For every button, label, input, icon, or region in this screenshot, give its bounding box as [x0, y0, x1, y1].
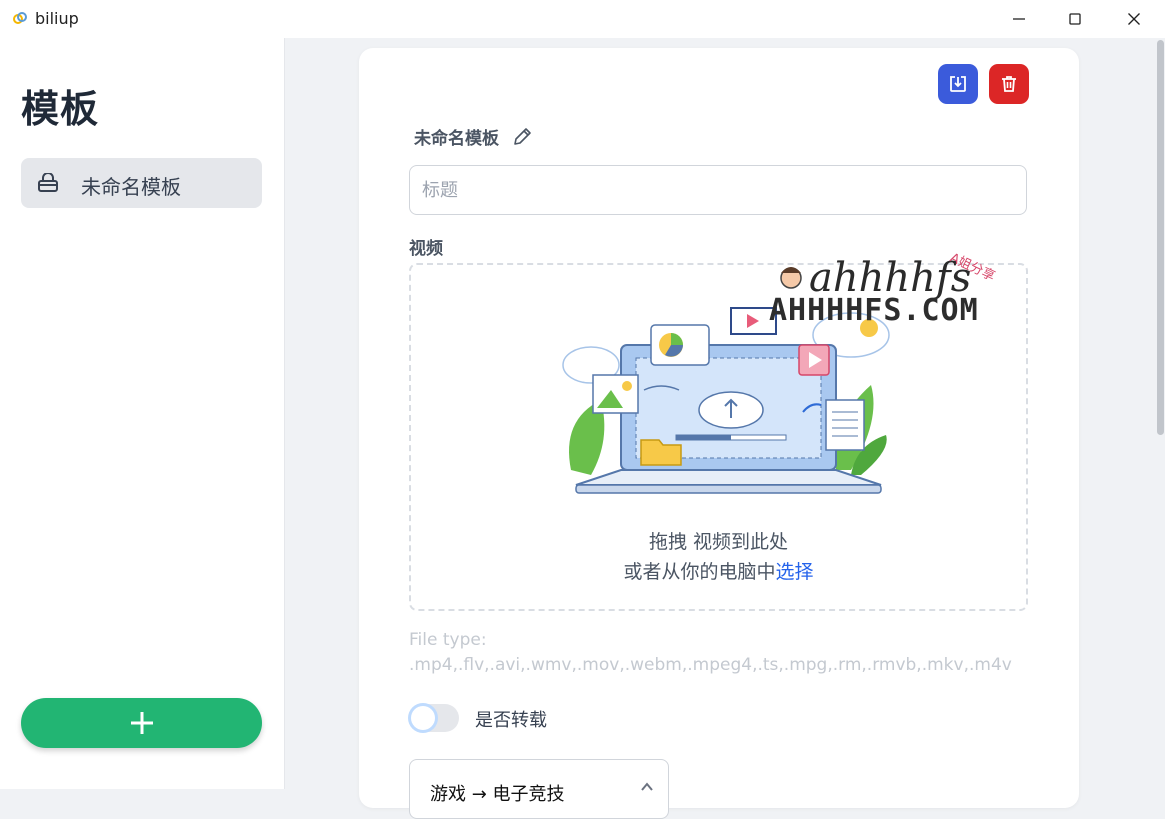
- scroll-thumb[interactable]: [1157, 40, 1164, 435]
- sidebar-item-template[interactable]: 未命名模板: [21, 158, 262, 208]
- add-template-button[interactable]: [21, 698, 262, 748]
- delete-button[interactable]: [989, 64, 1029, 104]
- template-name: 未命名模板: [414, 129, 499, 149]
- category-select[interactable]: 游戏 → 电子竞技: [409, 759, 669, 819]
- file-type-hint: File type: .mp4,.flv,.avi,.wmv,.mov,.web…: [409, 628, 1012, 678]
- close-icon: [1128, 13, 1140, 25]
- repost-toggle[interactable]: [409, 704, 459, 732]
- file-type-label: File type:: [409, 630, 487, 650]
- minimize-button[interactable]: [990, 0, 1048, 38]
- chevron-up-icon: [641, 782, 653, 791]
- maximize-button[interactable]: [1046, 0, 1104, 38]
- file-type-list: .mp4,.flv,.avi,.wmv,.mov,.webm,.mpeg4,.t…: [409, 655, 1012, 675]
- close-button[interactable]: [1105, 0, 1163, 38]
- template-icon: [38, 173, 58, 192]
- vertical-scrollbar[interactable]: [1156, 38, 1165, 789]
- title-input[interactable]: [409, 165, 1027, 215]
- repost-toggle-label: 是否转载: [475, 710, 547, 731]
- save-download-icon: [950, 76, 966, 92]
- category-select-value: 游戏 → 电子竞技: [430, 784, 565, 805]
- sidebar-item-label: 未命名模板: [81, 175, 181, 199]
- toggle-knob: [411, 706, 435, 730]
- sidebar-title: 模板: [21, 87, 100, 131]
- window-title: biliup: [35, 9, 79, 28]
- drop-hint-prefix: 或者从你的电脑中: [623, 561, 776, 583]
- plus-icon: [130, 712, 153, 734]
- save-button[interactable]: [938, 64, 978, 104]
- drop-hint-secondary: 或者从你的电脑中选择: [411, 557, 1026, 584]
- select-file-link[interactable]: 选择: [776, 561, 814, 583]
- pencil-edit-icon[interactable]: [511, 126, 533, 148]
- title-bar: biliup: [0, 0, 1165, 38]
- drop-hint: 拖拽 视频到此处: [648, 531, 789, 553]
- minimize-icon: [1013, 18, 1025, 20]
- sidebar: 模板 未命名模板: [0, 38, 285, 789]
- watermark-domain: AHHHHFS.COM: [769, 293, 979, 328]
- video-section-label: 视频: [409, 239, 443, 259]
- watermark: ahhhhfs A姐分享 AHHHHFS.COM: [769, 243, 999, 343]
- biliup-logo-icon: [13, 12, 27, 24]
- maximize-icon: [1069, 13, 1081, 25]
- trash-icon: [1002, 76, 1016, 92]
- template-editor-card: 未命名模板 视频: [359, 48, 1079, 819]
